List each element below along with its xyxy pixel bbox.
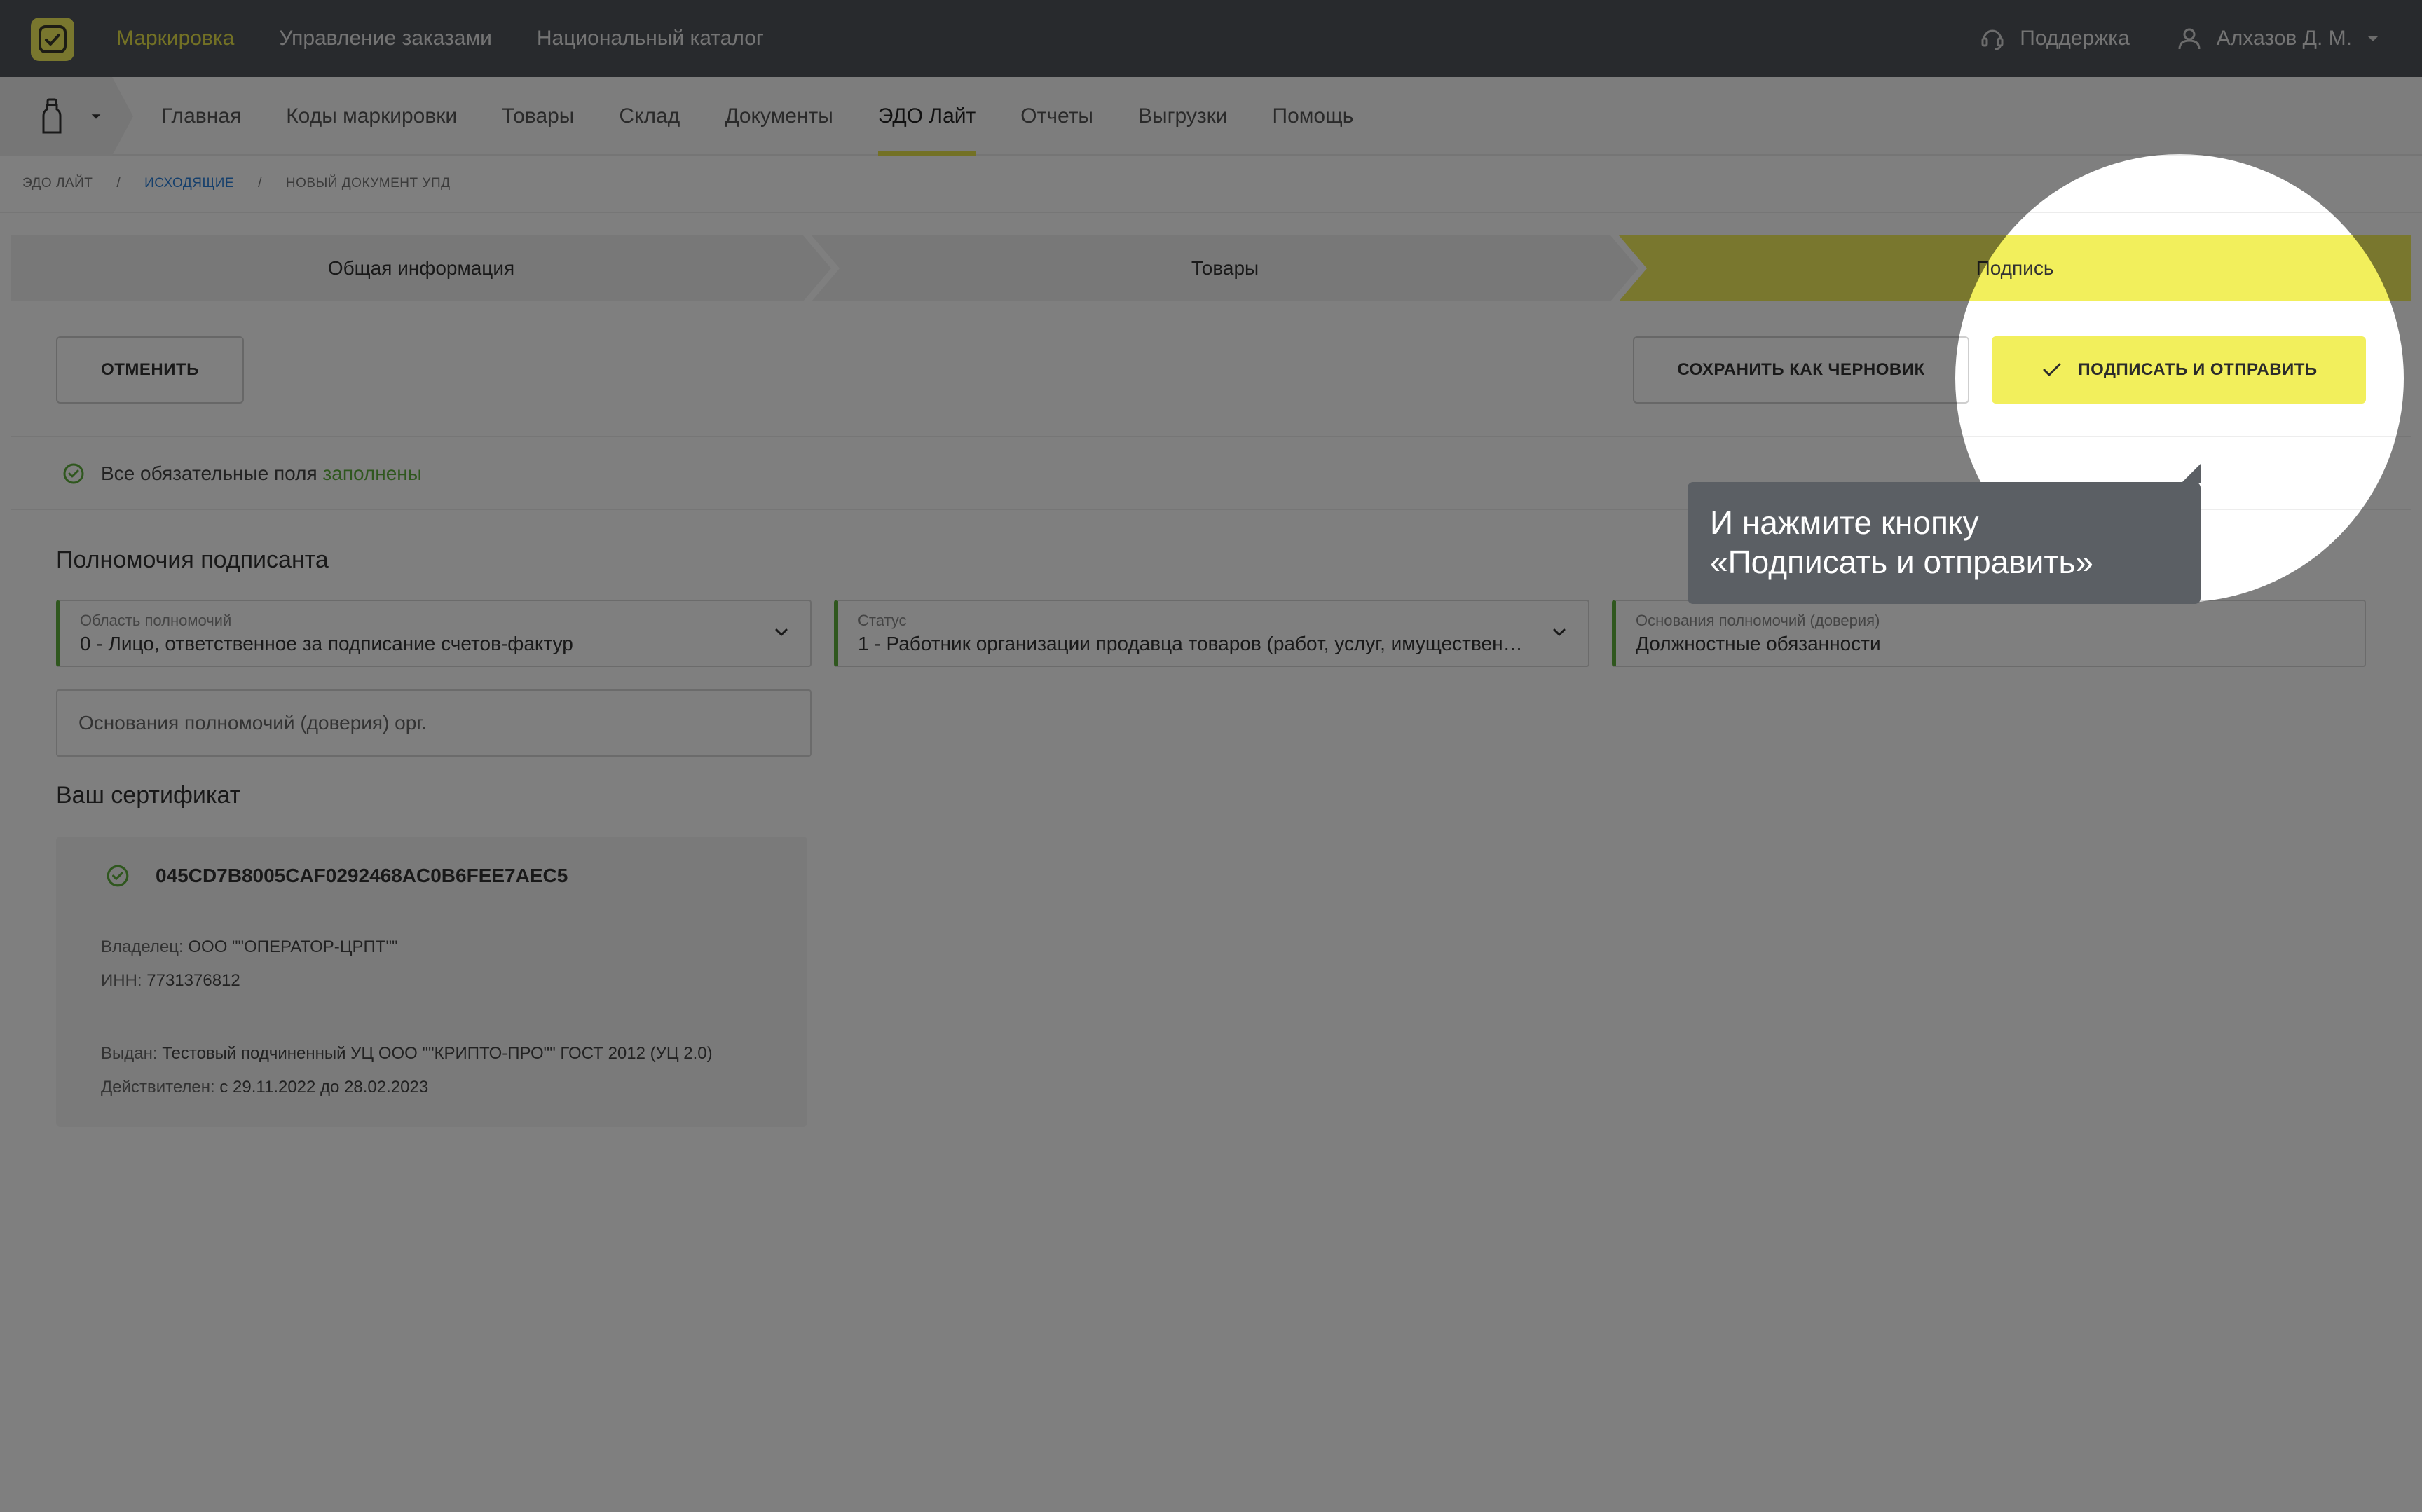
certificate-owner: Владелец: ООО ""ОПЕРАТОР-ЦРПТ"" bbox=[101, 937, 398, 956]
subnav-item-exports[interactable]: Выгрузки bbox=[1138, 77, 1228, 156]
logo[interactable] bbox=[31, 18, 74, 61]
support-label: Поддержка bbox=[2020, 27, 2130, 50]
subnav-item-edo-lite[interactable]: ЭДО Лайт bbox=[877, 77, 976, 156]
breadcrumb-outgoing[interactable]: исходящие bbox=[144, 176, 234, 191]
sub-nav: Главная Коды маркировки Товары Склад Док… bbox=[0, 77, 2422, 156]
permissions-title: Полномочия подписанта bbox=[56, 547, 329, 573]
validation-message: Все обязательные поля заполнены bbox=[62, 455, 422, 492]
certificate-issuer: Выдан: Тестовый подчиненный УЦ ООО ""КРИ… bbox=[101, 1044, 713, 1063]
status-value: 1 - Работник организации продавца товаро… bbox=[858, 633, 1568, 654]
top-nav: Маркировка Управление заказами Националь… bbox=[116, 0, 764, 77]
breadcrumb-divider bbox=[0, 212, 2422, 213]
sign-and-send-button[interactable]: Подписать и отправить bbox=[1992, 336, 2366, 404]
check-circle-icon bbox=[107, 865, 129, 887]
certificate-validity: Действителен: с 29.11.2022 до 28.02.2023 bbox=[101, 1078, 429, 1097]
breadcrumb-current: новый документ упд bbox=[285, 176, 451, 191]
top-nav-orders[interactable]: Управление заказами bbox=[279, 27, 492, 50]
tooltip-line-1: И нажмите кнопку bbox=[1710, 504, 1979, 541]
product-group-select[interactable] bbox=[0, 77, 133, 156]
top-nav-marking[interactable]: Маркировка bbox=[116, 27, 234, 50]
chevron-down-icon bbox=[1553, 628, 1566, 636]
validation-ok-text: заполнены bbox=[322, 462, 422, 484]
subnav-item-documents[interactable]: Документы bbox=[725, 77, 833, 156]
subnav-item-goods[interactable]: Товары bbox=[502, 77, 574, 156]
subnav-item-warehouse[interactable]: Склад bbox=[619, 77, 680, 156]
certificate-inn: ИНН: 7731376812 bbox=[101, 971, 240, 990]
step-signature[interactable]: Подпись bbox=[1619, 235, 2411, 301]
headset-icon bbox=[1981, 29, 2004, 50]
certificate-id: 045CD7B8005CAF0292468AC0B6FEE7AEC5 bbox=[105, 863, 568, 888]
stepper: Общая информация Товары Подпись bbox=[11, 235, 2411, 301]
cancel-button[interactable]: Отменить bbox=[56, 336, 244, 404]
top-bar: Маркировка Управление заказами Националь… bbox=[0, 0, 2422, 77]
breadcrumb: эдо лайт / исходящие / новый документ уп… bbox=[22, 176, 451, 191]
step-goods[interactable]: Товары bbox=[812, 235, 1638, 301]
check-icon bbox=[2043, 363, 2061, 376]
subnav-item-codes[interactable]: Коды маркировки bbox=[286, 77, 457, 156]
save-draft-button[interactable]: Сохранить как черновик bbox=[1633, 336, 1969, 404]
sub-nav-items: Главная Коды маркировки Товары Склад Док… bbox=[161, 77, 1353, 156]
scope-label: Область полномочий bbox=[80, 612, 232, 629]
basis-value: Должностные обязанности bbox=[1636, 633, 1881, 654]
scope-value: 0 - Лицо, ответственное за подписание сч… bbox=[80, 633, 573, 654]
status-select[interactable]: Статус 1 - Работник организации продавца… bbox=[834, 600, 1589, 667]
bottle-icon bbox=[42, 98, 62, 134]
certificate-card: 045CD7B8005CAF0292468AC0B6FEE7AEC5 Владе… bbox=[56, 837, 807, 1127]
hint-tooltip: И нажмите кнопку «Подписать и отправить» bbox=[1688, 464, 2201, 604]
user-menu[interactable]: Алхазов Д. М. bbox=[2176, 25, 2380, 52]
app-window: Маркировка Управление заказами Националь… bbox=[0, 0, 2422, 1512]
caret-down-icon bbox=[2368, 36, 2378, 41]
org-basis-input[interactable]: Основания полномочий (доверия) орг. bbox=[56, 689, 812, 757]
user-name: Алхазов Д. М. bbox=[2216, 27, 2352, 50]
support-link[interactable]: Поддержка bbox=[1979, 25, 2130, 52]
subnav-item-help[interactable]: Помощь bbox=[1273, 77, 1354, 156]
status-label: Статус bbox=[858, 612, 907, 629]
check-circle-icon bbox=[63, 463, 84, 484]
subnav-item-home[interactable]: Главная bbox=[161, 77, 241, 156]
caret-down-icon bbox=[91, 114, 101, 119]
basis-field[interactable]: Основания полномочий (доверия) Должностн… bbox=[1612, 600, 2366, 667]
top-right: Поддержка Алхазов Д. М. bbox=[1979, 0, 2380, 77]
logo-icon bbox=[39, 25, 67, 53]
basis-label: Основания полномочий (доверия) bbox=[1636, 612, 1880, 629]
divider bbox=[11, 436, 2411, 437]
scope-select[interactable]: Область полномочий 0 - Лицо, ответственн… bbox=[56, 600, 812, 667]
top-nav-catalog[interactable]: Национальный каталог bbox=[537, 27, 764, 50]
chevron-down-icon bbox=[775, 628, 788, 636]
step-general-info[interactable]: Общая информация bbox=[11, 235, 831, 301]
subnav-item-reports[interactable]: Отчеты bbox=[1020, 77, 1093, 156]
certificate-title: Ваш сертификат bbox=[56, 782, 241, 809]
tooltip-line-2: «Подписать и отправить» bbox=[1710, 544, 2093, 580]
breadcrumb-edo-lite[interactable]: эдо лайт bbox=[22, 176, 93, 191]
user-icon bbox=[2178, 28, 2201, 50]
